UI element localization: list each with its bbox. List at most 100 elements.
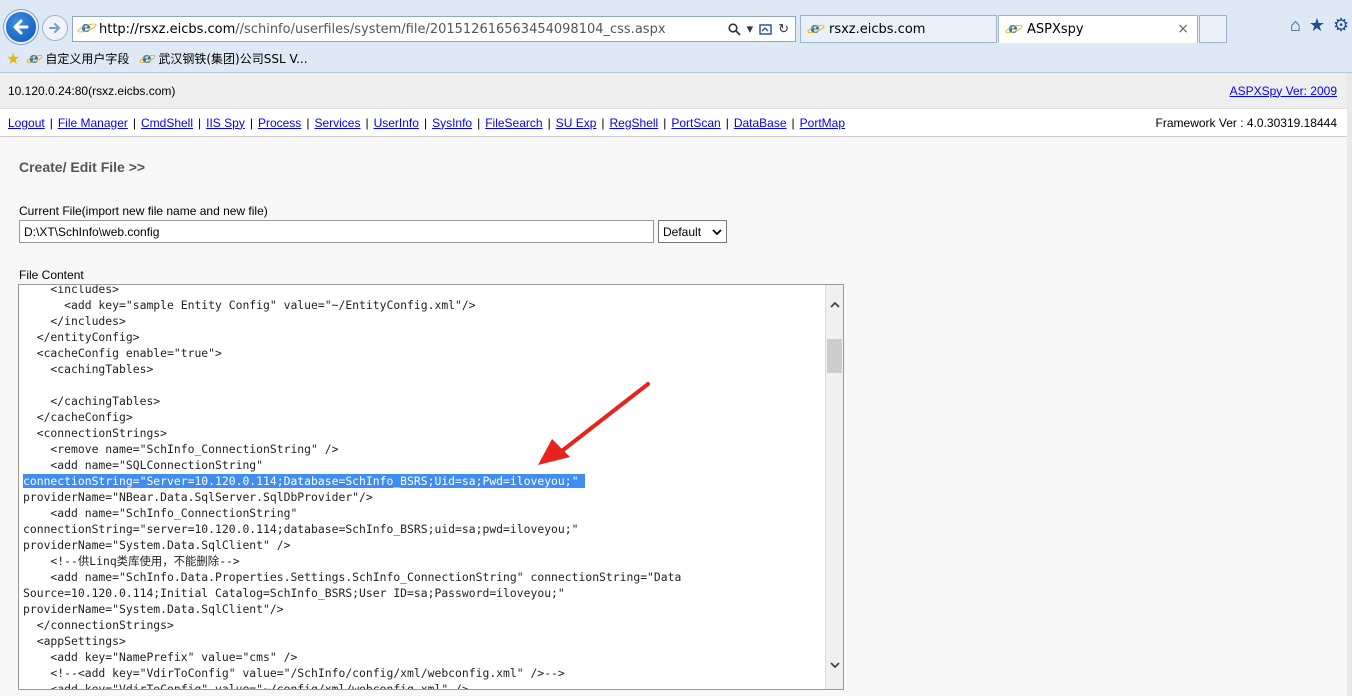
menu-filesearch[interactable]: FileSearch	[485, 116, 542, 130]
code-line: providerName="NBear.Data.SqlServer.SqlDb…	[23, 490, 373, 504]
back-button[interactable]	[4, 10, 38, 44]
forward-arrow-icon	[49, 23, 61, 33]
menu-logout[interactable]: Logout	[8, 116, 45, 130]
code-line: connectionString="server=10.120.0.114;da…	[23, 522, 579, 536]
code-line: <add key="sample Entity Config" value="~…	[23, 298, 476, 312]
code-line: </includes>	[23, 314, 126, 328]
menu-iis-spy[interactable]: IIS Spy	[206, 116, 245, 130]
code-line: </connectionStrings>	[23, 618, 174, 632]
menu-separator: |	[791, 115, 795, 130]
code-line: providerName="System.Data.SqlClient" />	[23, 538, 291, 552]
tab-aspxspy[interactable]: ASPXspy ×	[998, 15, 1198, 43]
menu-separator: |	[49, 115, 53, 130]
gear-icon[interactable]: ⚙	[1333, 15, 1349, 36]
code-line: <add name="SchInfo_ConnectionString"	[23, 506, 298, 520]
menu-services[interactable]: Services	[314, 116, 360, 130]
file-content-textarea[interactable]: <includes> <add key="sample Entity Confi…	[18, 284, 844, 690]
ie-page-icon	[77, 20, 95, 38]
page: 10.120.0.24:80(rsxz.eicbs.com) ASPXSpy V…	[0, 73, 1352, 696]
ie-page-icon	[26, 51, 41, 66]
chevron-down-icon	[712, 228, 722, 235]
menu-separator: |	[249, 115, 253, 130]
menu-portmap[interactable]: PortMap	[800, 116, 845, 130]
code-line: </cacheConfig>	[23, 410, 133, 424]
code-line: <add name="SQLConnectionString"	[23, 458, 264, 472]
code-line: <includes>	[23, 284, 120, 296]
menu-sysinfo[interactable]: SysInfo	[432, 116, 472, 130]
favorites-add-icon[interactable]: ★	[6, 49, 20, 68]
menu-separator: |	[132, 115, 136, 130]
browser-chrome: http://rsxz.eicbs.com//schinfo/userfiles…	[0, 0, 1352, 73]
menu-userinfo[interactable]: UserInfo	[374, 116, 419, 130]
menu-separator: |	[423, 115, 428, 130]
code-line: <!--<add key="VdirToConfig" value="/SchI…	[23, 666, 565, 680]
host-bar: 10.120.0.24:80(rsxz.eicbs.com) ASPXSpy V…	[0, 73, 1347, 109]
menu-regshell[interactable]: RegShell	[610, 116, 659, 130]
forward-button[interactable]	[42, 15, 68, 41]
code-line: <appSettings>	[23, 634, 126, 648]
close-icon[interactable]: ×	[1177, 21, 1189, 37]
code-text[interactable]: <includes> <add key="sample Entity Confi…	[23, 284, 682, 690]
version-link[interactable]: ASPXSpy Ver: 2009	[1230, 84, 1337, 98]
compatibility-view-icon[interactable]	[759, 23, 772, 36]
menu-separator: |	[477, 115, 481, 130]
code-line: <connectionStrings>	[23, 426, 168, 440]
menu-separator: |	[198, 115, 202, 130]
page-scrollbar[interactable]	[1347, 73, 1352, 696]
ie-page-icon	[139, 51, 154, 66]
menu-separator: |	[663, 115, 667, 130]
menu-file-manager[interactable]: File Manager	[58, 116, 128, 130]
code-line: </entityConfig>	[23, 330, 140, 344]
favorite-link-1[interactable]: 自定义用户字段	[26, 50, 129, 67]
code-line: providerName="System.Data.SqlClient"/>	[23, 602, 284, 616]
code-line: <add name="SchInfo.Data.Properties.Setti…	[23, 570, 682, 584]
main-menu: Logout | File Manager | CmdShell | IIS Spy | Pro…	[0, 109, 1347, 137]
code-line: <add key="NamePrefix" value="cms" />	[23, 650, 298, 664]
framework-version: Framework Ver : 4.0.30319.18444	[1155, 115, 1337, 130]
menu-portscan[interactable]: PortScan	[671, 116, 720, 130]
encoding-select[interactable]: Default	[658, 220, 727, 243]
code-line: <!--供Linq类库使用，不能删除-->	[23, 554, 240, 568]
scroll-thumb[interactable]	[827, 339, 842, 373]
scroll-up-icon[interactable]	[828, 299, 842, 313]
new-tab-button[interactable]	[1199, 15, 1227, 43]
dropdown-icon[interactable]: ▾	[747, 21, 754, 37]
current-file-input[interactable]	[19, 220, 654, 243]
tab-rsxz[interactable]: rsxz.eicbs.com	[800, 15, 997, 43]
code-line: </cachingTables>	[23, 394, 161, 408]
scroll-down-icon[interactable]	[828, 659, 842, 673]
menu-su-exp[interactable]: SU Exp	[556, 116, 597, 130]
home-icon[interactable]: ⌂	[1290, 15, 1301, 36]
code-line: <add key="VdirToConfig" value="~/config/…	[23, 682, 469, 690]
code-line: <cachingTables>	[23, 362, 154, 376]
address-bar[interactable]: http://rsxz.eicbs.com//schinfo/userfiles…	[72, 16, 796, 42]
favorites-star-icon[interactable]: ★	[1309, 15, 1325, 36]
code-line: <cacheConfig enable="true">	[23, 346, 222, 360]
menu-database[interactable]: DataBase	[734, 116, 787, 130]
current-file-label: Current File(import new file name and ne…	[19, 204, 268, 218]
file-content-label: File Content	[19, 268, 84, 282]
code-line: <remove name="SchInfo_ConnectionString" …	[23, 442, 339, 456]
page-title: Create/ Edit File >>	[19, 159, 146, 175]
editor-scrollbar[interactable]	[825, 285, 843, 689]
menu-separator: |	[365, 115, 369, 130]
code-line: connectionString="Server=10.120.0.114;Da…	[23, 473, 681, 489]
favorite-link-2[interactable]: 武汉钢铁(集团)公司SSL V...	[139, 50, 307, 67]
menu-separator: |	[547, 115, 551, 130]
edit-file-panel: Create/ Edit File >> Current File(import…	[0, 137, 1347, 696]
ie-tab-icon	[1005, 21, 1021, 37]
menu-separator: |	[306, 115, 310, 130]
code-line: Source=10.120.0.114;Initial Catalog=SchI…	[23, 586, 565, 600]
back-arrow-icon	[13, 19, 29, 35]
address-url[interactable]: http://rsxz.eicbs.com//schinfo/userfiles…	[99, 22, 722, 37]
ie-tab-icon	[807, 21, 823, 37]
selected-text: connectionString="Server=10.120.0.114;Da…	[23, 474, 586, 488]
menu-process[interactable]: Process	[258, 116, 301, 130]
menu-links: Logout | File Manager | CmdShell | IIS Spy | Pro…	[8, 116, 845, 130]
refresh-icon[interactable]: ↻	[778, 21, 789, 37]
menu-cmdshell[interactable]: CmdShell	[141, 116, 193, 130]
host-info: 10.120.0.24:80(rsxz.eicbs.com)	[8, 83, 176, 98]
menu-separator: |	[725, 115, 729, 130]
search-icon[interactable]	[727, 22, 741, 36]
